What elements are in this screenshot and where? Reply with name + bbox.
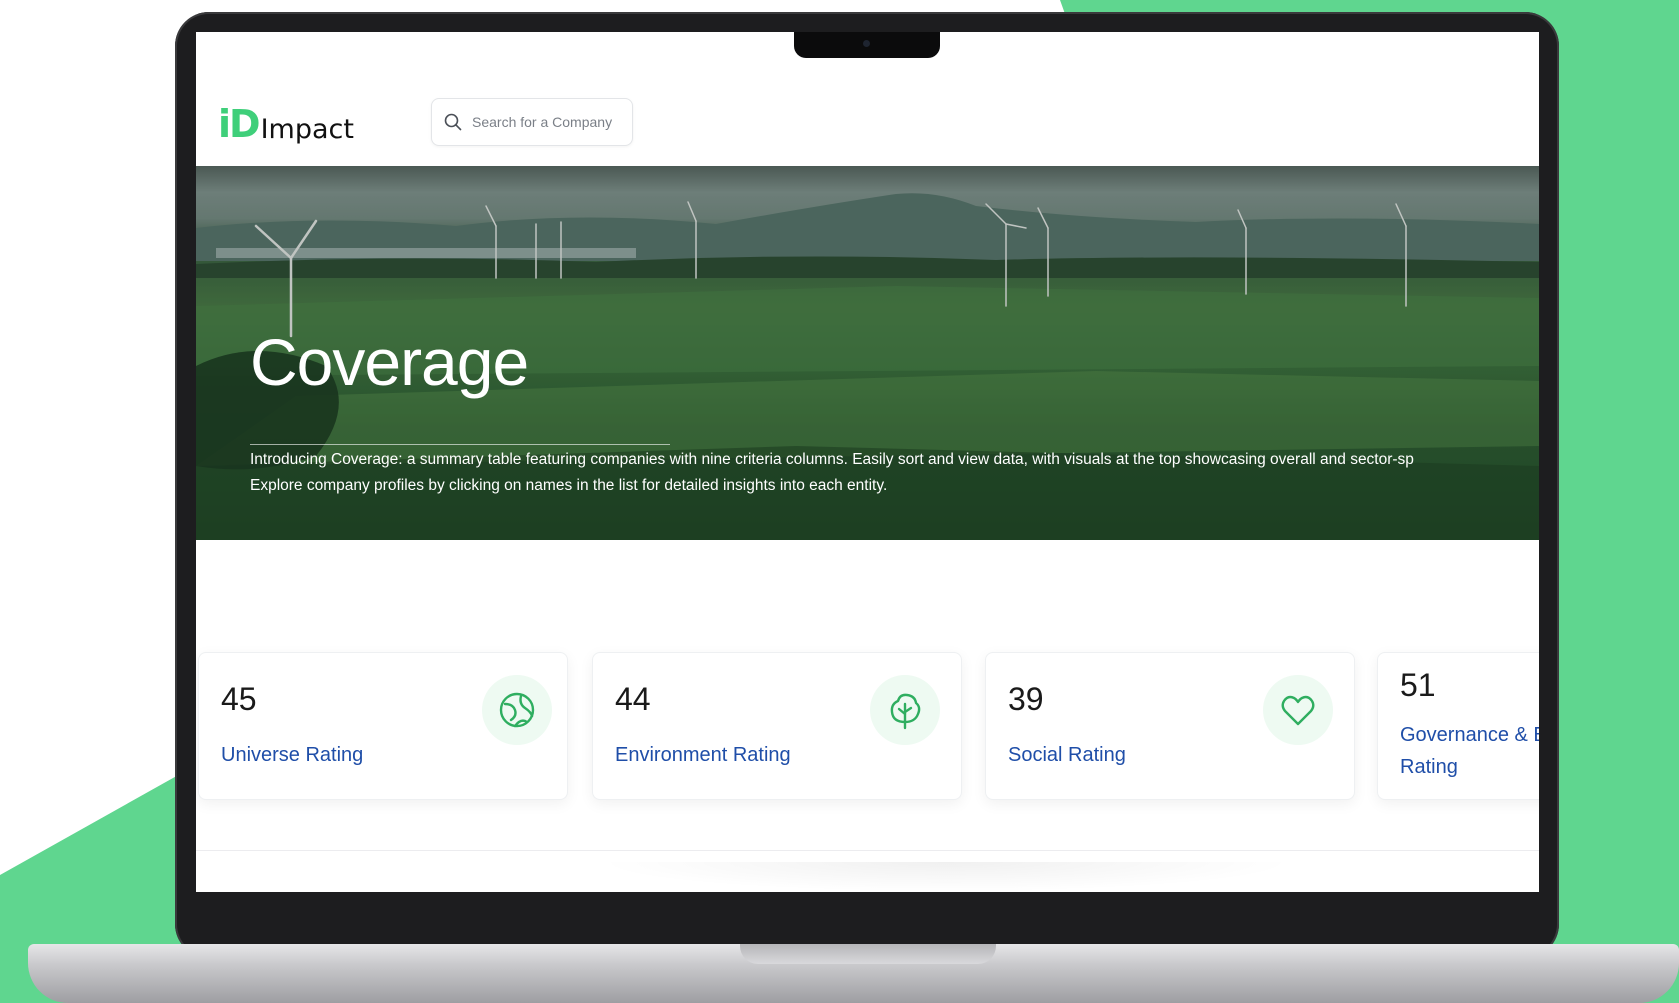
hero-banner: Coverage Introducing Coverage: a summary… xyxy=(196,166,1539,540)
card-label-line-1: Governance & E xyxy=(1400,724,1539,746)
camera-notch xyxy=(794,32,940,58)
card-label: Universe Rating xyxy=(221,744,364,766)
card-value: 44 xyxy=(615,681,651,717)
search-input[interactable] xyxy=(470,113,624,131)
logo-text: Impact xyxy=(260,114,354,145)
logo-mark: iD xyxy=(218,102,261,146)
title-underline xyxy=(250,444,670,445)
heart-icon xyxy=(1263,675,1333,745)
card-governance-rating[interactable]: 51 Governance & E Rating xyxy=(1377,652,1539,800)
card-label: Governance & E Rating xyxy=(1400,719,1539,783)
laptop-base-notch xyxy=(740,944,996,964)
logo[interactable]: iD Impact xyxy=(218,102,354,146)
table-top-shadow xyxy=(596,862,1296,892)
card-label: Environment Rating xyxy=(615,744,791,766)
section-divider xyxy=(196,850,1539,851)
card-environment-rating[interactable]: 44 Environment Rating xyxy=(592,652,962,800)
description-line-1: Introducing Coverage: a summary table fe… xyxy=(250,451,1414,468)
page-title: Coverage xyxy=(250,325,529,399)
search-icon xyxy=(444,113,462,131)
card-value: 51 xyxy=(1400,667,1436,703)
globe-icon xyxy=(482,675,552,745)
rating-cards: 45 Universe Rating 44 Environment Rating xyxy=(196,652,1539,802)
card-universe-rating[interactable]: 45 Universe Rating xyxy=(198,652,568,800)
company-search[interactable] xyxy=(431,98,633,146)
card-label-line-2: Rating xyxy=(1400,756,1458,778)
card-value: 39 xyxy=(1008,681,1044,717)
page-description: Introducing Coverage: a summary table fe… xyxy=(250,447,1539,499)
description-line-2: Explore company profiles by clicking on … xyxy=(250,477,888,494)
card-label: Social Rating xyxy=(1008,744,1126,766)
app-screen: iD Impact Search for a Company Coverage … xyxy=(196,32,1539,892)
tree-icon xyxy=(870,675,940,745)
card-value: 45 xyxy=(221,681,257,717)
card-social-rating[interactable]: 39 Social Rating xyxy=(985,652,1355,800)
